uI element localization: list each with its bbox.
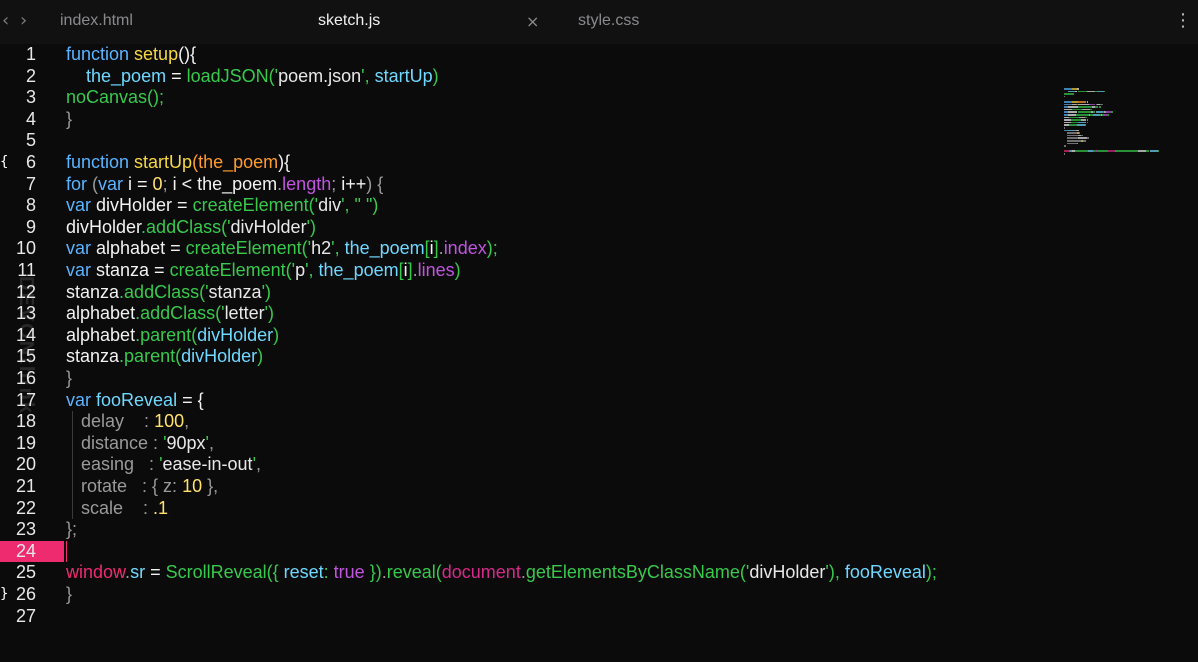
code-line[interactable]: 10 var alphabet = createElement('h2', the… [0, 238, 1198, 260]
tab-index-html[interactable]: index.html [60, 12, 133, 30]
code-line[interactable]: {6 function startUp(the_poem){ [0, 152, 1198, 174]
line-number: 12 [15, 281, 36, 302]
text-cursor [66, 540, 67, 563]
code-text: noCanvas(); [66, 87, 165, 108]
line-number: 26 [15, 584, 36, 604]
more-options-icon[interactable]: ⋮ [1174, 10, 1192, 31]
indent-guide [72, 411, 73, 520]
code-line[interactable]: 25 window.sr = ScrollReveal({ reset: true… [0, 562, 1198, 584]
line-number: 27 [15, 605, 36, 626]
tab-bar: ‹ › index.html sketch.js × style.css ⋮ [0, 0, 1198, 44]
line-number: 17 [15, 389, 36, 410]
code-line[interactable]: 4} [0, 109, 1198, 131]
code-text: var alphabet = createElement('h2', the_p… [66, 238, 498, 259]
tab-style-css[interactable]: style.css [578, 12, 639, 30]
line-number: 7 [25, 173, 36, 194]
code-text: var stanza = createElement('p', the_poem… [66, 260, 461, 280]
code-text: } [66, 108, 73, 129]
line-number: 19 [15, 432, 36, 453]
code-line[interactable]: 5 [0, 130, 1198, 152]
line-number: 5 [25, 130, 36, 151]
code-text: delay : 100, [81, 411, 190, 432]
code-text: function setup(){ [66, 44, 197, 64]
code-text: for (var i = 0; i < the_poem.length; i++… [66, 173, 384, 194]
code-text: window.sr = ScrollReveal({ reset: true }… [66, 562, 937, 583]
code-line[interactable]: 2 the_poem = loadJSON('poem.json', start… [0, 66, 1198, 88]
line-number: 2 [25, 65, 36, 86]
code-line[interactable]: 11 var stanza = createElement('p', the_po… [0, 260, 1198, 282]
close-icon[interactable]: × [526, 12, 539, 31]
line-number: 22 [15, 497, 36, 518]
line-number: 16 [15, 368, 36, 388]
line-number: 13 [15, 303, 36, 324]
line-number: 8 [25, 195, 36, 216]
line-number: 4 [25, 108, 36, 129]
code-line[interactable]: 24 [0, 540, 1198, 563]
code-line[interactable]: 17 var fooReveal = { [0, 390, 1198, 412]
line-number: 14 [15, 324, 36, 345]
code-text: var fooReveal = { [66, 389, 204, 410]
code-line[interactable]: 16} [0, 368, 1198, 390]
code-text: rotate : { z: 10 }, [81, 476, 219, 496]
code-line[interactable]: 7 for (var i = 0; i < the_poem.length; i+… [0, 174, 1198, 196]
code-text: the_poem = loadJSON('poem.json', startUp… [86, 65, 439, 86]
line-number: 23 [15, 519, 36, 540]
code-line[interactable]: 8 var divHolder = createElement('div', " … [0, 195, 1198, 217]
code-line[interactable]: 13 alphabet.addClass('letter') [0, 303, 1198, 325]
code-line[interactable]: 21 rotate : { z: 10 }, [0, 476, 1198, 498]
code-text: }; [66, 519, 78, 540]
code-line[interactable]: 19 distance : '90px', [0, 433, 1198, 455]
code-text: function startUp(the_poem){ [66, 152, 291, 172]
code-text: scale : .1 [81, 497, 169, 518]
code-line[interactable]: 18 delay : 100, [0, 411, 1198, 433]
line-number: 20 [15, 454, 36, 475]
code-line[interactable]: 27 [0, 606, 1198, 628]
line-number: 21 [15, 476, 36, 496]
chevron-left-icon[interactable]: ‹ [2, 10, 9, 31]
code-text: alphabet.addClass('letter') [66, 303, 275, 324]
code-text: stanza.addClass('stanza') [66, 281, 272, 302]
code-text: alphabet.parent(divHolder) [66, 324, 280, 345]
code-line[interactable]: 12 stanza.addClass('stanza') [0, 282, 1198, 304]
code-text: easing : 'ease-in-out', [81, 454, 262, 475]
line-number: 11 [17, 260, 36, 280]
line-number: 10 [15, 238, 36, 259]
tab-sketch-js[interactable]: sketch.js [318, 12, 380, 30]
line-number: 15 [15, 346, 36, 367]
line-number: 25 [15, 562, 36, 583]
line-number: 18 [15, 411, 36, 432]
code-line[interactable]: 15 stanza.parent(divHolder) [0, 346, 1198, 368]
code-line[interactable]: 20 easing : 'ease-in-out', [0, 454, 1198, 476]
code-line[interactable]: } 26} [0, 584, 1198, 606]
code-line[interactable]: 9 divHolder.addClass('divHolder') [0, 217, 1198, 239]
line-number: 9 [25, 216, 36, 237]
code-text: distance : '90px', [81, 432, 214, 453]
chevron-right-icon[interactable]: › [20, 10, 27, 31]
code-text: } [66, 368, 73, 388]
code-line[interactable]: 23}; [0, 519, 1198, 541]
code-editor[interactable]: DEVONthink 1 function setup(){2 the_poem … [0, 44, 1198, 662]
line-number: 24 [15, 540, 36, 561]
line-number: 6 [25, 152, 36, 172]
code-line[interactable]: 3 noCanvas(); [0, 87, 1198, 109]
code-text: } [66, 584, 73, 604]
code-text: stanza.parent(divHolder) [66, 346, 264, 367]
line-number: 1 [25, 44, 36, 64]
code-text: var divHolder = createElement('div', " "… [66, 195, 379, 216]
code-line[interactable]: 14 alphabet.parent(divHolder) [0, 325, 1198, 347]
code-line[interactable]: 22 scale : .1 [0, 498, 1198, 520]
line-number: 3 [25, 87, 36, 108]
code-line[interactable]: 1 function setup(){ [0, 44, 1198, 66]
code-text: divHolder.addClass('divHolder') [66, 216, 317, 237]
